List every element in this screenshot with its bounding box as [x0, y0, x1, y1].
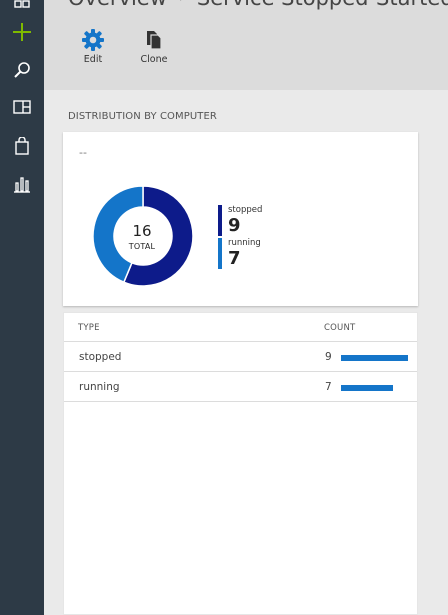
edit-label: Edit: [83, 54, 103, 65]
breadcrumb: Overview › Service Stopped-Started: [68, 0, 448, 10]
legend-item-stopped[interactable]: stopped 9: [218, 205, 288, 239]
search-icon[interactable]: [11, 59, 33, 81]
edit-button[interactable]: Edit: [71, 28, 115, 65]
legend-label-running: running: [228, 238, 261, 248]
legend-swatch-running: [218, 238, 222, 269]
grid-icon[interactable]: [11, 0, 33, 11]
legend-value-running: 7: [228, 248, 241, 269]
breadcrumb-overview[interactable]: Overview: [68, 0, 167, 10]
card-placeholder: --: [79, 146, 87, 159]
breadcrumb-separator: ›: [179, 0, 185, 6]
gear-icon: [82, 29, 104, 51]
distribution-card[interactable]: -- 16 TOTAL stopped 9 running 7: [63, 132, 418, 306]
left-rail: [0, 0, 44, 615]
table-row[interactable]: running 7: [64, 372, 417, 402]
row-type: running: [79, 381, 120, 393]
row-type: stopped: [79, 351, 122, 363]
section-title: DISTRIBUTION BY COMPUTER: [68, 111, 217, 122]
row-count: 7: [325, 381, 332, 393]
clone-label: Clone: [140, 54, 168, 65]
column-header-count[interactable]: COUNT: [324, 323, 355, 333]
panel-icon[interactable]: [11, 96, 33, 118]
type-count-list: TYPE COUNT stopped 9 running 7: [63, 312, 418, 615]
count-bar: [341, 385, 393, 391]
legend-item-running[interactable]: running 7: [218, 238, 288, 272]
bag-icon[interactable]: [11, 135, 33, 157]
table-row[interactable]: stopped 9: [64, 342, 417, 372]
legend-label-stopped: stopped: [228, 205, 263, 215]
legend-swatch-stopped: [218, 205, 222, 236]
list-header: TYPE COUNT: [64, 313, 417, 342]
total-value: 16: [132, 222, 152, 240]
count-bar: [341, 355, 408, 361]
copy-icon: [147, 31, 162, 50]
column-header-type[interactable]: TYPE: [78, 323, 100, 333]
chart-icon[interactable]: [11, 173, 33, 195]
page-title: Service Stopped-Started: [197, 0, 448, 10]
blade-header: Overview › Service Stopped-Started Edit Cl…: [44, 0, 448, 90]
row-count: 9: [325, 351, 332, 363]
total-label: TOTAL: [128, 242, 156, 251]
legend-value-stopped: 9: [228, 215, 241, 236]
clone-button[interactable]: Clone: [132, 28, 176, 65]
add-icon[interactable]: [11, 21, 33, 43]
